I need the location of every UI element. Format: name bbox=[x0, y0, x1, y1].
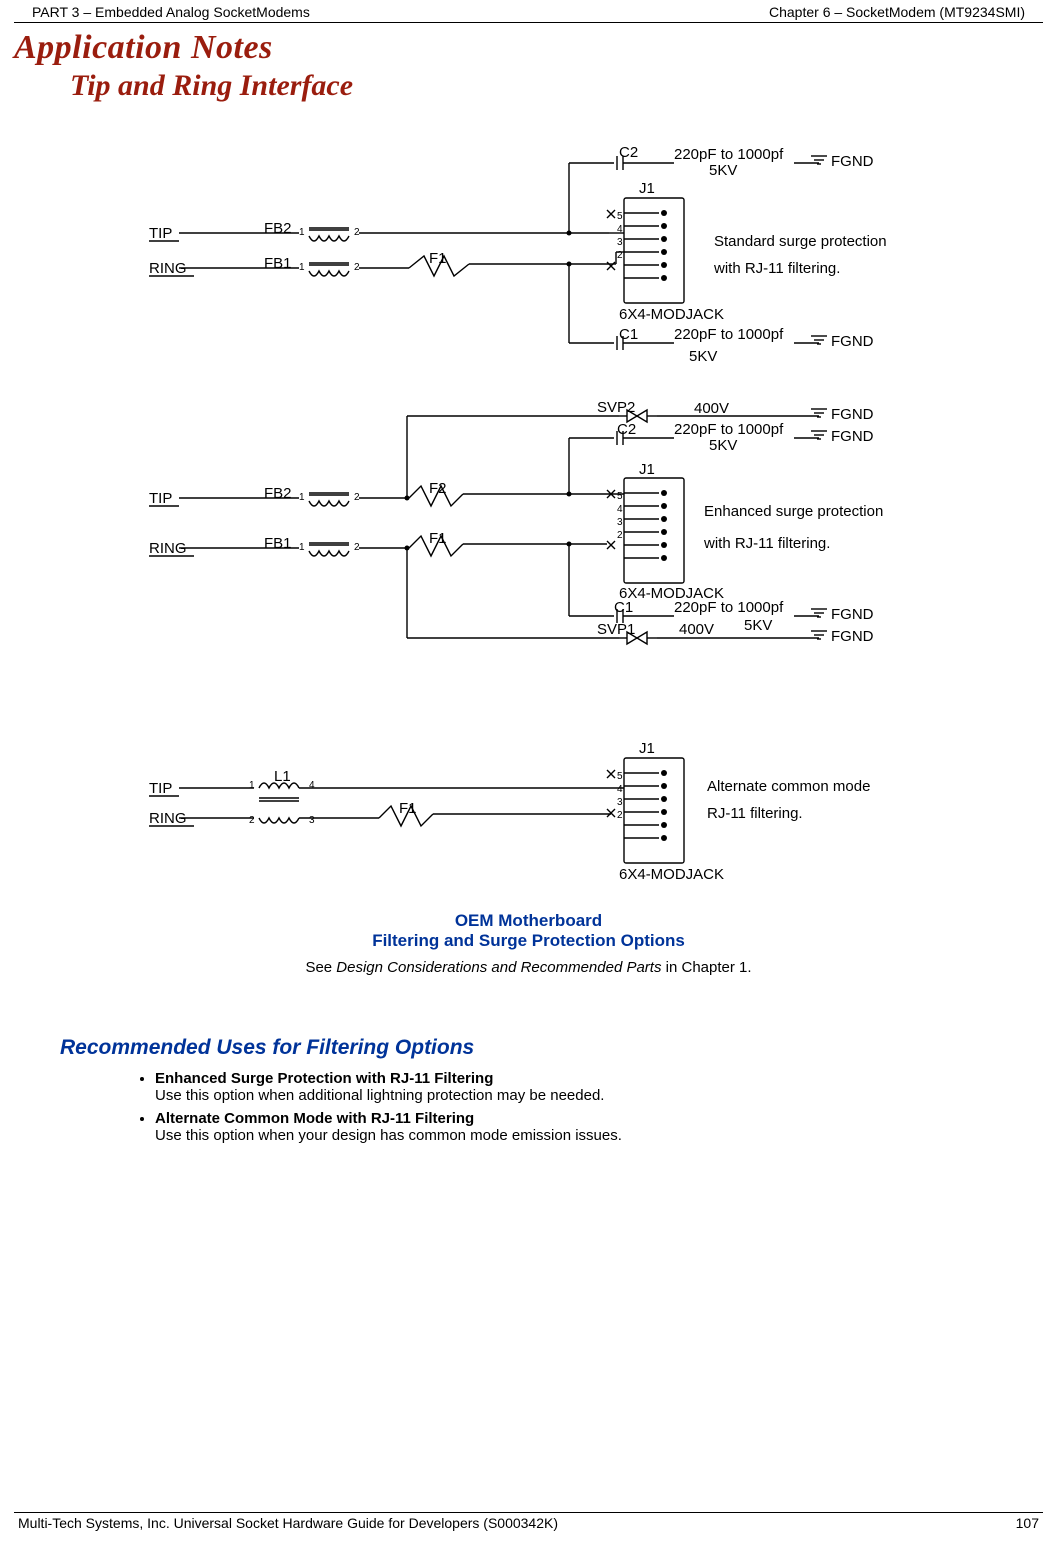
svg-text:5: 5 bbox=[617, 771, 623, 782]
svg-text:2: 2 bbox=[617, 530, 623, 541]
svg-text:1: 1 bbox=[299, 492, 305, 503]
svg-text:400V: 400V bbox=[679, 621, 714, 638]
svg-text:3: 3 bbox=[309, 815, 315, 826]
txt-fb2-1: FB2 bbox=[264, 220, 292, 237]
txt-j1-1: J1 bbox=[639, 180, 655, 197]
footer-page: 107 bbox=[1016, 1515, 1039, 1531]
txt-tip: TIP bbox=[149, 225, 172, 242]
svg-text:6X4-MODJACK: 6X4-MODJACK bbox=[619, 866, 724, 883]
diagram-area: .w { stroke:#000; stroke-width:1.4; fill… bbox=[0, 133, 1057, 903]
schematic-svg: .w { stroke:#000; stroke-width:1.4; fill… bbox=[119, 133, 939, 903]
header-left: PART 3 – Embedded Analog SocketModems bbox=[32, 4, 310, 20]
rec-list: Enhanced Surge Protection with RJ-11 Fil… bbox=[155, 1070, 1057, 1144]
txt-fb1-1: FB1 bbox=[264, 255, 292, 272]
svg-text:FGND: FGND bbox=[831, 333, 874, 350]
svg-text:5KV: 5KV bbox=[744, 617, 772, 634]
svg-text:TIP: TIP bbox=[149, 780, 172, 797]
svg-text:220pF to 1000pf: 220pF to 1000pf bbox=[674, 146, 784, 163]
txt-c1-1: C1 bbox=[619, 326, 638, 343]
rec-item-1: Alternate Common Mode with RJ-11 Filteri… bbox=[155, 1110, 1057, 1144]
txt-f1-1: F1 bbox=[429, 250, 447, 267]
svg-text:2: 2 bbox=[249, 815, 255, 826]
diagram-enhanced: TIP RING FB2 FB1 1 1 2 2 F2 F1 bbox=[149, 399, 883, 645]
svg-text:FGND: FGND bbox=[831, 628, 874, 645]
rec-heading: Recommended Uses for Filtering Options bbox=[60, 1036, 1057, 1060]
title-sub: Tip and Ring Interface bbox=[70, 69, 1057, 103]
svg-text:4: 4 bbox=[309, 780, 315, 791]
footer-left: Multi-Tech Systems, Inc. Universal Socke… bbox=[18, 1515, 558, 1531]
svg-text:RJ-11 filtering.: RJ-11 filtering. bbox=[707, 805, 803, 822]
svg-text:5KV: 5KV bbox=[689, 348, 717, 365]
caption-note: See Design Considerations and Recommende… bbox=[0, 959, 1057, 976]
caption-line1: OEM Motherboard bbox=[0, 911, 1057, 931]
svg-text:TIP: TIP bbox=[149, 490, 172, 507]
svg-text:F2: F2 bbox=[429, 480, 447, 497]
svg-text:Alternate common mode: Alternate common mode bbox=[707, 778, 870, 795]
svg-text:FGND: FGND bbox=[831, 406, 874, 423]
rec-item-0: Enhanced Surge Protection with RJ-11 Fil… bbox=[155, 1070, 1057, 1104]
caption-block: OEM Motherboard Filtering and Surge Prot… bbox=[0, 911, 1057, 976]
svg-text:5: 5 bbox=[617, 491, 623, 502]
svg-text:SVP2: SVP2 bbox=[597, 399, 635, 416]
txt-jack-1: 6X4-MODJACK bbox=[619, 306, 724, 323]
svg-text:FB1: FB1 bbox=[264, 535, 292, 552]
svg-text:F1: F1 bbox=[429, 530, 447, 547]
svg-text:J1: J1 bbox=[639, 461, 655, 478]
svg-text:1: 1 bbox=[249, 780, 255, 791]
svg-text:FGND: FGND bbox=[831, 153, 874, 170]
svg-text:1: 1 bbox=[299, 227, 305, 238]
svg-text:3: 3 bbox=[617, 517, 623, 528]
caption-line2: Filtering and Surge Protection Options bbox=[0, 931, 1057, 951]
svg-text:4: 4 bbox=[617, 504, 623, 515]
svg-text:1: 1 bbox=[299, 542, 305, 553]
svg-text:SVP1: SVP1 bbox=[597, 621, 635, 638]
svg-text:5KV: 5KV bbox=[709, 162, 737, 179]
svg-text:220pF to 1000pf: 220pF to 1000pf bbox=[674, 421, 784, 438]
svg-text:FGND: FGND bbox=[831, 428, 874, 445]
svg-text:5KV: 5KV bbox=[709, 437, 737, 454]
svg-text:3: 3 bbox=[617, 797, 623, 808]
svg-text:C2: C2 bbox=[617, 421, 636, 438]
svg-text:FB2: FB2 bbox=[264, 485, 292, 502]
svg-text:2: 2 bbox=[617, 810, 623, 821]
svg-text:3: 3 bbox=[617, 237, 623, 248]
svg-text:F1: F1 bbox=[399, 800, 417, 817]
txt-c2-1: C2 bbox=[619, 144, 638, 161]
svg-text:1: 1 bbox=[299, 262, 305, 273]
svg-text:with RJ-11 filtering.: with RJ-11 filtering. bbox=[713, 260, 840, 277]
svg-text:400V: 400V bbox=[694, 400, 729, 417]
svg-text:FGND: FGND bbox=[831, 606, 874, 623]
svg-text:6X4-MODJACK: 6X4-MODJACK bbox=[619, 585, 724, 602]
svg-text:Enhanced surge protection: Enhanced surge protection bbox=[704, 503, 883, 520]
header-right: Chapter 6 – SocketModem (MT9234SMI) bbox=[769, 4, 1025, 20]
svg-text:Standard surge protection: Standard surge protection bbox=[714, 233, 887, 250]
diagram-alternate: TIP RING L1 1 2 4 3 F1 J1 bbox=[149, 740, 870, 883]
svg-text:220pF to 1000pf: 220pF to 1000pf bbox=[674, 326, 784, 343]
page-header: PART 3 – Embedded Analog SocketModems Ch… bbox=[14, 0, 1043, 23]
page-footer: Multi-Tech Systems, Inc. Universal Socke… bbox=[14, 1512, 1043, 1531]
diagram-standard: TIP RING FB2 FB1 1 1 2 2 F1 bbox=[149, 144, 887, 365]
svg-text:J1: J1 bbox=[639, 740, 655, 757]
svg-text:5: 5 bbox=[617, 211, 623, 222]
jack-1: 5 4 3 2 bbox=[607, 198, 684, 303]
svg-text:with RJ-11 filtering.: with RJ-11 filtering. bbox=[703, 535, 830, 552]
svg-text:4: 4 bbox=[617, 784, 623, 795]
title-main: Application Notes bbox=[14, 29, 1057, 67]
svg-text:L1: L1 bbox=[274, 768, 291, 785]
